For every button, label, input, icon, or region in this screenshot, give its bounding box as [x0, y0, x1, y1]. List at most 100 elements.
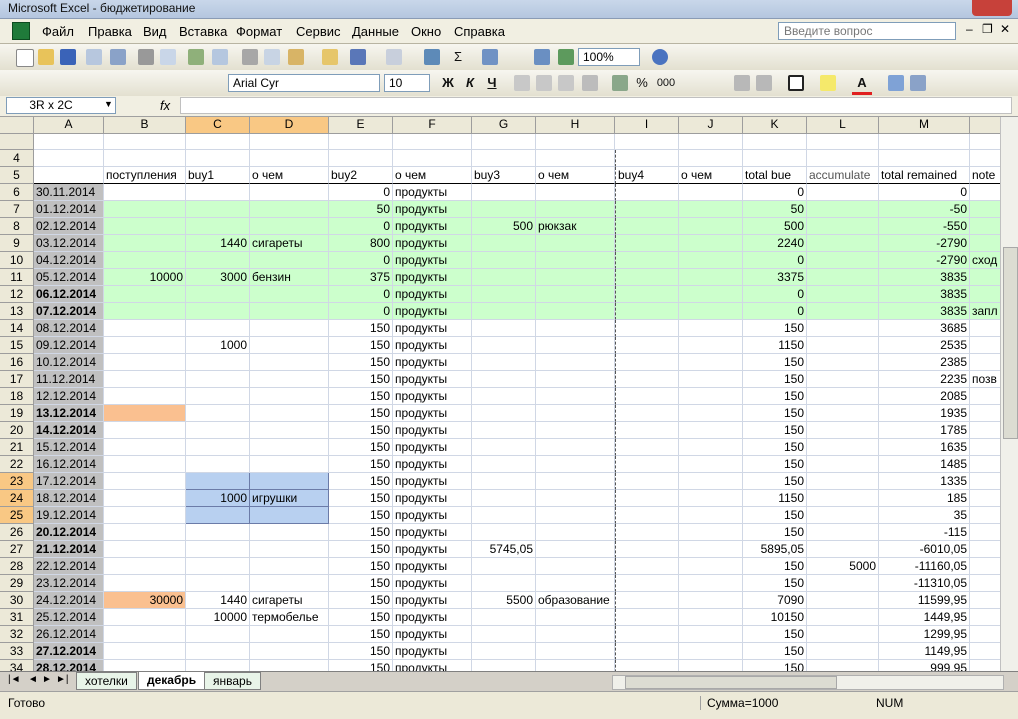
- table-cell[interactable]: [104, 660, 186, 671]
- table-cell[interactable]: 30000: [104, 592, 186, 609]
- table-cell[interactable]: 150: [329, 626, 393, 643]
- table-cell[interactable]: [250, 473, 329, 490]
- close-doc-icon[interactable]: ✕: [1000, 22, 1010, 36]
- table-cell[interactable]: [615, 201, 679, 218]
- currency-icon[interactable]: [612, 75, 628, 91]
- table-cell[interactable]: [472, 150, 536, 167]
- font-size-select[interactable]: 10: [384, 74, 430, 92]
- date-cell[interactable]: 12.12.2014: [34, 388, 104, 405]
- table-cell[interactable]: [679, 473, 743, 490]
- table-cell[interactable]: [615, 541, 679, 558]
- row-header[interactable]: 18: [0, 388, 34, 405]
- row-header[interactable]: 25: [0, 507, 34, 524]
- table-cell[interactable]: [970, 286, 1000, 303]
- date-cell[interactable]: 04.12.2014: [34, 252, 104, 269]
- new-icon[interactable]: [16, 49, 34, 67]
- menu-data[interactable]: Данные: [352, 24, 399, 39]
- table-cell[interactable]: [970, 473, 1000, 490]
- table-cell[interactable]: [679, 541, 743, 558]
- table-cell[interactable]: 150: [743, 626, 807, 643]
- table-cell[interactable]: 1785: [879, 422, 970, 439]
- grid-cell[interactable]: [393, 134, 472, 150]
- table-cell[interactable]: 0: [329, 184, 393, 201]
- table-cell[interactable]: 150: [329, 524, 393, 541]
- table-cell[interactable]: о чем: [393, 167, 472, 184]
- table-cell[interactable]: [186, 626, 250, 643]
- date-cell[interactable]: 20.12.2014: [34, 524, 104, 541]
- table-cell[interactable]: [104, 337, 186, 354]
- table-cell[interactable]: 150: [743, 405, 807, 422]
- table-cell[interactable]: note: [970, 167, 1000, 184]
- drawing-icon[interactable]: [558, 49, 574, 65]
- font-name-select[interactable]: Arial Cyr: [228, 74, 380, 92]
- table-cell[interactable]: [472, 473, 536, 490]
- table-cell[interactable]: [807, 524, 879, 541]
- row-header[interactable]: [0, 134, 34, 150]
- table-cell[interactable]: [615, 660, 679, 671]
- open-icon[interactable]: [38, 49, 54, 65]
- table-cell[interactable]: [536, 388, 615, 405]
- table-cell[interactable]: 0: [743, 303, 807, 320]
- table-cell[interactable]: [615, 592, 679, 609]
- table-cell[interactable]: 2535: [879, 337, 970, 354]
- table-cell[interactable]: [104, 626, 186, 643]
- table-cell[interactable]: 1485: [879, 456, 970, 473]
- table-cell[interactable]: 185: [879, 490, 970, 507]
- table-cell[interactable]: 150: [329, 439, 393, 456]
- bold-button[interactable]: Ж: [438, 74, 458, 92]
- row-header[interactable]: 21: [0, 439, 34, 456]
- table-cell[interactable]: [615, 235, 679, 252]
- row-header[interactable]: 10: [0, 252, 34, 269]
- column-header[interactable]: [970, 117, 1000, 134]
- table-cell[interactable]: [536, 626, 615, 643]
- menu-format[interactable]: Формат: [236, 24, 282, 39]
- table-cell[interactable]: [186, 303, 250, 320]
- date-cell[interactable]: 01.12.2014: [34, 201, 104, 218]
- table-cell[interactable]: [536, 660, 615, 671]
- table-cell[interactable]: 150: [743, 558, 807, 575]
- table-cell[interactable]: [970, 439, 1000, 456]
- table-cell[interactable]: [104, 405, 186, 422]
- last-sheet-icon[interactable]: ►|: [56, 674, 69, 685]
- table-cell[interactable]: [472, 524, 536, 541]
- table-cell[interactable]: [970, 524, 1000, 541]
- undo-icon[interactable]: [350, 49, 366, 65]
- table-cell[interactable]: 1150: [743, 337, 807, 354]
- row-header[interactable]: 16: [0, 354, 34, 371]
- table-cell[interactable]: [807, 354, 879, 371]
- table-cell[interactable]: [679, 626, 743, 643]
- row-header[interactable]: 17: [0, 371, 34, 388]
- table-cell[interactable]: [186, 660, 250, 671]
- table-cell[interactable]: [615, 626, 679, 643]
- date-cell[interactable]: [34, 150, 104, 167]
- table-cell[interactable]: 5895,05: [743, 541, 807, 558]
- table-cell[interactable]: [536, 541, 615, 558]
- table-cell[interactable]: [536, 609, 615, 626]
- table-cell[interactable]: [536, 184, 615, 201]
- table-cell[interactable]: [615, 269, 679, 286]
- date-cell[interactable]: 03.12.2014: [34, 235, 104, 252]
- table-cell[interactable]: [186, 575, 250, 592]
- table-cell[interactable]: продукты: [393, 643, 472, 660]
- table-cell[interactable]: [536, 286, 615, 303]
- table-cell[interactable]: 3835: [879, 303, 970, 320]
- table-cell[interactable]: [472, 490, 536, 507]
- table-cell[interactable]: [807, 422, 879, 439]
- table-cell[interactable]: [186, 252, 250, 269]
- table-cell[interactable]: 5500: [472, 592, 536, 609]
- table-cell[interactable]: [104, 371, 186, 388]
- table-cell[interactable]: 150: [329, 405, 393, 422]
- table-cell[interactable]: [807, 269, 879, 286]
- table-cell[interactable]: 0: [743, 286, 807, 303]
- grid-cell[interactable]: [615, 134, 679, 150]
- table-cell[interactable]: [472, 371, 536, 388]
- table-cell[interactable]: [186, 439, 250, 456]
- print-icon[interactable]: [138, 49, 154, 65]
- table-cell[interactable]: 5745,05: [472, 541, 536, 558]
- table-cell[interactable]: 50: [743, 201, 807, 218]
- table-cell[interactable]: [250, 150, 329, 167]
- table-cell[interactable]: [615, 286, 679, 303]
- table-cell[interactable]: 10150: [743, 609, 807, 626]
- date-cell[interactable]: 18.12.2014: [34, 490, 104, 507]
- table-cell[interactable]: [536, 201, 615, 218]
